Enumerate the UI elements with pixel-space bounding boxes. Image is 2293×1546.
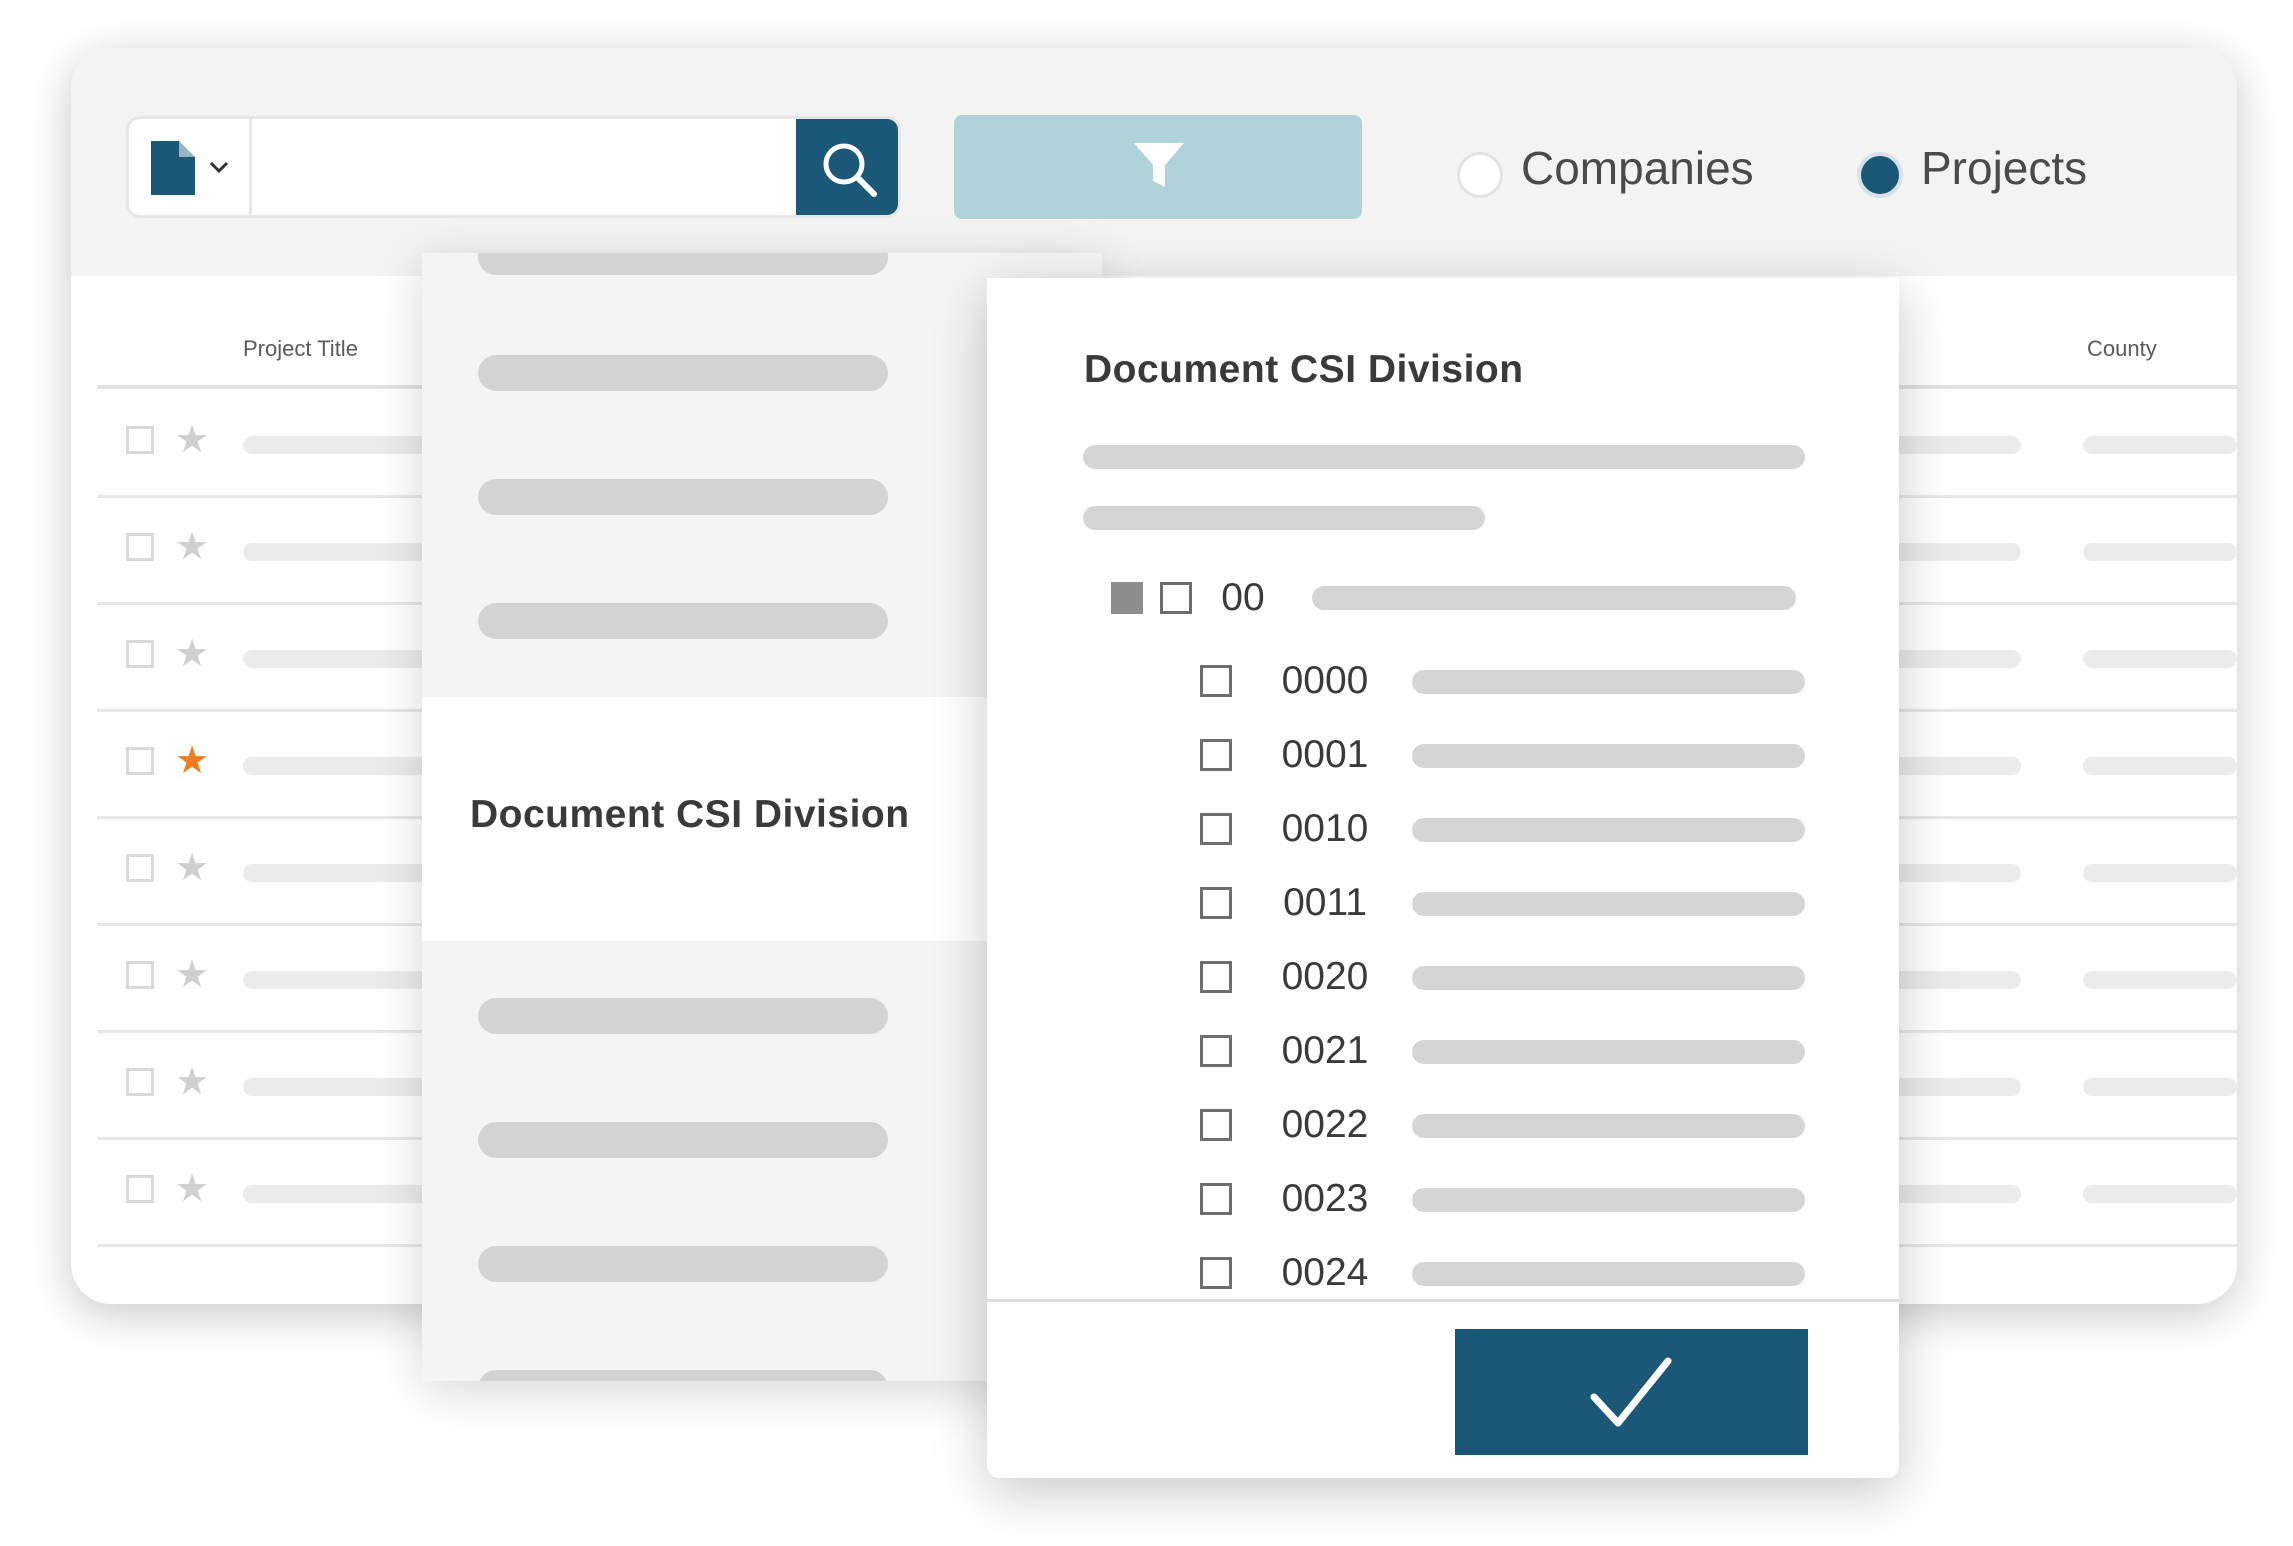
- confirm-button[interactable]: [1455, 1329, 1808, 1455]
- item-checkbox[interactable]: [1200, 1183, 1232, 1215]
- skeleton-text: [1412, 670, 1805, 694]
- row-checkbox[interactable]: [126, 640, 154, 668]
- item-code: 0021: [1281, 1029, 1369, 1072]
- star-icon[interactable]: ★: [175, 956, 209, 994]
- skeleton-text: [1312, 586, 1796, 610]
- star-icon[interactable]: ★: [175, 421, 209, 459]
- skeleton-cell: [2083, 650, 2237, 668]
- item-checkbox[interactable]: [1200, 665, 1232, 697]
- skeleton-item[interactable]: [478, 1122, 888, 1158]
- skeleton-text: [1412, 892, 1805, 916]
- skeleton-item[interactable]: [478, 1246, 888, 1282]
- skeleton-cell: [1883, 1185, 2021, 1203]
- csi-division-dialog: Document CSI Division 00 0000 0001 0010 …: [987, 278, 1899, 1478]
- star-icon[interactable]: ★: [175, 635, 209, 673]
- item-checkbox[interactable]: [1200, 1035, 1232, 1067]
- skeleton-text: [1412, 1040, 1805, 1064]
- item-code: 0011: [1283, 881, 1367, 924]
- skeleton-cell: [1883, 971, 2021, 989]
- row-checkbox[interactable]: [126, 533, 154, 561]
- item-code: 0000: [1281, 659, 1369, 702]
- skeleton-cell: [243, 971, 443, 989]
- skeleton-cell: [1883, 650, 2021, 668]
- item-checkbox[interactable]: [1200, 887, 1232, 919]
- item-code: 0022: [1281, 1103, 1369, 1146]
- skeleton-text: [1412, 744, 1805, 768]
- row-checkbox[interactable]: [126, 1175, 154, 1203]
- skeleton-text: [1083, 445, 1805, 469]
- skeleton-text: [1412, 1262, 1805, 1286]
- tree-item[interactable]: 0020: [987, 941, 1899, 1015]
- skeleton-cell: [2083, 971, 2237, 989]
- skeleton-item[interactable]: [478, 1370, 888, 1381]
- tree-item[interactable]: 0021: [987, 1015, 1899, 1089]
- skeleton-text: [1412, 966, 1805, 990]
- dialog-footer-divider: [987, 1299, 1899, 1302]
- selected-list-item-label: Document CSI Division: [470, 793, 910, 836]
- skeleton-cell: [243, 1078, 443, 1096]
- item-code: 0001: [1281, 733, 1369, 776]
- star-icon[interactable]: ★: [175, 1063, 209, 1101]
- skeleton-cell: [1883, 543, 2021, 561]
- group-code: 00: [1221, 576, 1265, 619]
- item-checkbox[interactable]: [1200, 1109, 1232, 1141]
- skeleton-text: [1083, 506, 1485, 530]
- row-checkbox[interactable]: [126, 426, 154, 454]
- skeleton-cell: [243, 650, 443, 668]
- skeleton-cell: [1883, 864, 2021, 882]
- collapse-toggle-icon[interactable]: [1111, 582, 1143, 614]
- skeleton-text: [1412, 1188, 1805, 1212]
- skeleton-cell: [2083, 864, 2237, 882]
- skeleton-cell: [1883, 436, 2021, 454]
- skeleton-cell: [243, 864, 443, 882]
- skeleton-cell: [1883, 757, 2021, 775]
- dialog-title: Document CSI Division: [1084, 348, 1524, 391]
- tree-item[interactable]: 0022: [987, 1089, 1899, 1163]
- tree-item[interactable]: 0023: [987, 1163, 1899, 1237]
- skeleton-cell: [243, 543, 443, 561]
- row-checkbox[interactable]: [126, 747, 154, 775]
- item-code: 0020: [1281, 955, 1369, 998]
- skeleton-text: [1412, 1114, 1805, 1138]
- item-checkbox[interactable]: [1200, 961, 1232, 993]
- skeleton-item[interactable]: [478, 355, 888, 391]
- skeleton-cell: [243, 1185, 443, 1203]
- row-checkbox[interactable]: [126, 854, 154, 882]
- skeleton-item[interactable]: [478, 253, 888, 275]
- skeleton-cell: [2083, 1078, 2237, 1096]
- star-icon[interactable]: ★: [175, 528, 209, 566]
- item-code: 0024: [1281, 1251, 1369, 1294]
- checkmark-icon: [1590, 1357, 1672, 1427]
- skeleton-cell: [2083, 543, 2237, 561]
- skeleton-cell: [1883, 1078, 2021, 1096]
- star-icon[interactable]: ★: [175, 1170, 209, 1208]
- star-icon[interactable]: ★: [175, 849, 209, 887]
- item-checkbox[interactable]: [1200, 813, 1232, 845]
- tree-item[interactable]: 0000: [987, 645, 1899, 719]
- skeleton-item[interactable]: [478, 998, 888, 1034]
- row-checkbox[interactable]: [126, 1068, 154, 1096]
- star-icon-active[interactable]: ★: [175, 742, 209, 780]
- skeleton-item[interactable]: [478, 603, 888, 639]
- skeleton-text: [1412, 818, 1805, 842]
- skeleton-item[interactable]: [478, 479, 888, 515]
- group-checkbox[interactable]: [1160, 582, 1192, 614]
- tree-item[interactable]: 0011: [987, 867, 1899, 941]
- item-code: 0010: [1281, 807, 1369, 850]
- item-code: 0023: [1281, 1177, 1369, 1220]
- item-checkbox[interactable]: [1200, 1257, 1232, 1289]
- tree-item[interactable]: 0024: [987, 1237, 1899, 1299]
- item-checkbox[interactable]: [1200, 739, 1232, 771]
- tree-item[interactable]: 0001: [987, 719, 1899, 793]
- skeleton-cell: [2083, 436, 2237, 454]
- skeleton-cell: [2083, 1185, 2237, 1203]
- skeleton-cell: [243, 436, 443, 454]
- tree-item[interactable]: 0010: [987, 793, 1899, 867]
- row-checkbox[interactable]: [126, 961, 154, 989]
- skeleton-cell: [2083, 757, 2237, 775]
- skeleton-cell: [243, 757, 443, 775]
